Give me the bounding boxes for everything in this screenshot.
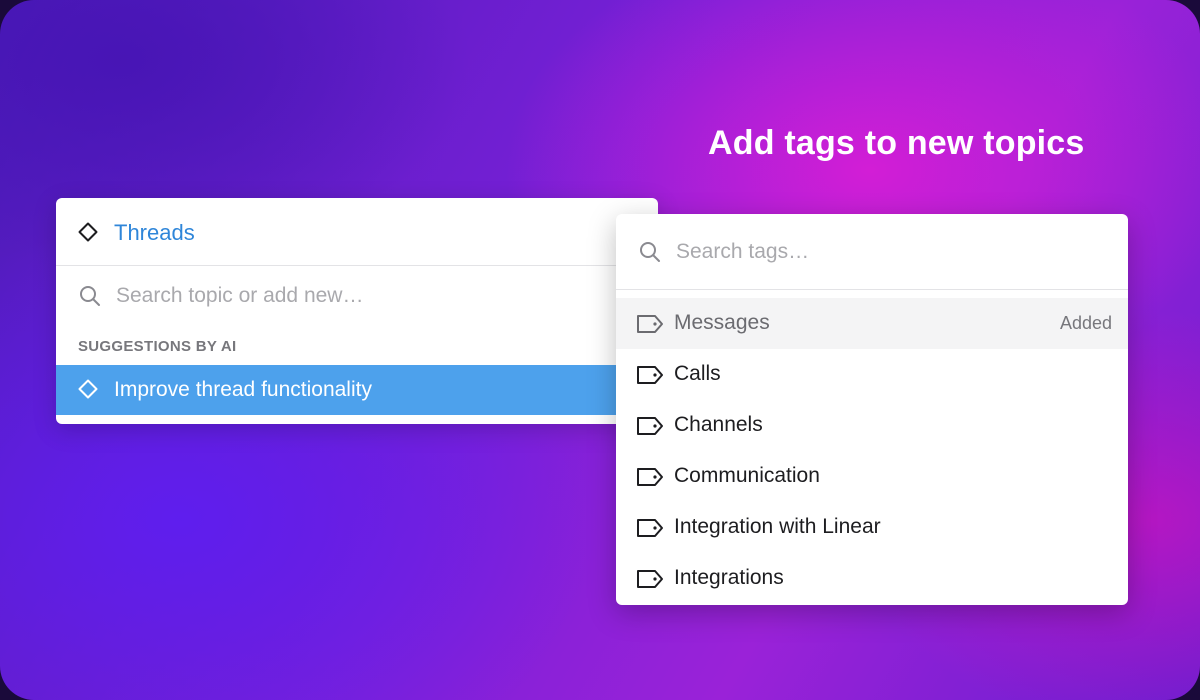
tag-label: Calls [674, 362, 721, 385]
section-label: SUGGESTIONS BY AI [78, 338, 237, 355]
headline: Add tags to new topics [708, 124, 1085, 162]
topic-search-placeholder: Search topic or add new… [116, 284, 364, 307]
background-canvas: Add tags to new topics Threads Search to… [0, 0, 1200, 700]
diamond-icon [78, 222, 98, 247]
tag-icon [636, 314, 664, 339]
tag-icon [636, 569, 664, 594]
tag-label: Channels [674, 413, 763, 436]
tag-icon [636, 365, 664, 390]
topic-title[interactable]: Threads [114, 220, 195, 246]
tag-item-integration-with-linear[interactable]: Integration with Linear [616, 502, 1128, 553]
tag-item-integrations[interactable]: Integrations [616, 553, 1128, 604]
topic-panel-header: Threads [56, 198, 658, 266]
tag-panel: Search tags… Messages Added Calls Channe… [616, 214, 1128, 605]
tag-item-calls[interactable]: Calls [616, 349, 1128, 400]
topic-search-input[interactable]: Search topic or add new… [56, 266, 658, 326]
tag-list: Messages Added Calls Channels Communicat… [616, 298, 1128, 604]
tag-icon [636, 467, 664, 492]
tag-icon [636, 518, 664, 543]
suggestion-item[interactable]: Improve thread functionality [56, 365, 658, 415]
tag-label: Communication [674, 464, 820, 487]
suggestion-label: Improve thread functionality [114, 378, 372, 401]
tag-label: Messages [674, 311, 770, 334]
diamond-icon [78, 379, 98, 404]
tag-added-status: Added [1059, 313, 1112, 333]
search-icon [78, 284, 102, 313]
search-icon [638, 240, 662, 269]
tag-search-input[interactable]: Search tags… [616, 214, 1128, 290]
tag-icon [636, 416, 664, 441]
tag-item-channels[interactable]: Channels [616, 400, 1128, 451]
tag-label: Integration with Linear [674, 515, 881, 538]
tag-search-placeholder: Search tags… [676, 240, 810, 263]
tag-label: Integrations [674, 566, 784, 589]
topic-panel: Threads Search topic or add new… SUGGEST… [56, 198, 658, 424]
tag-item-communication[interactable]: Communication [616, 451, 1128, 502]
tag-item-messages[interactable]: Messages Added [616, 298, 1128, 349]
